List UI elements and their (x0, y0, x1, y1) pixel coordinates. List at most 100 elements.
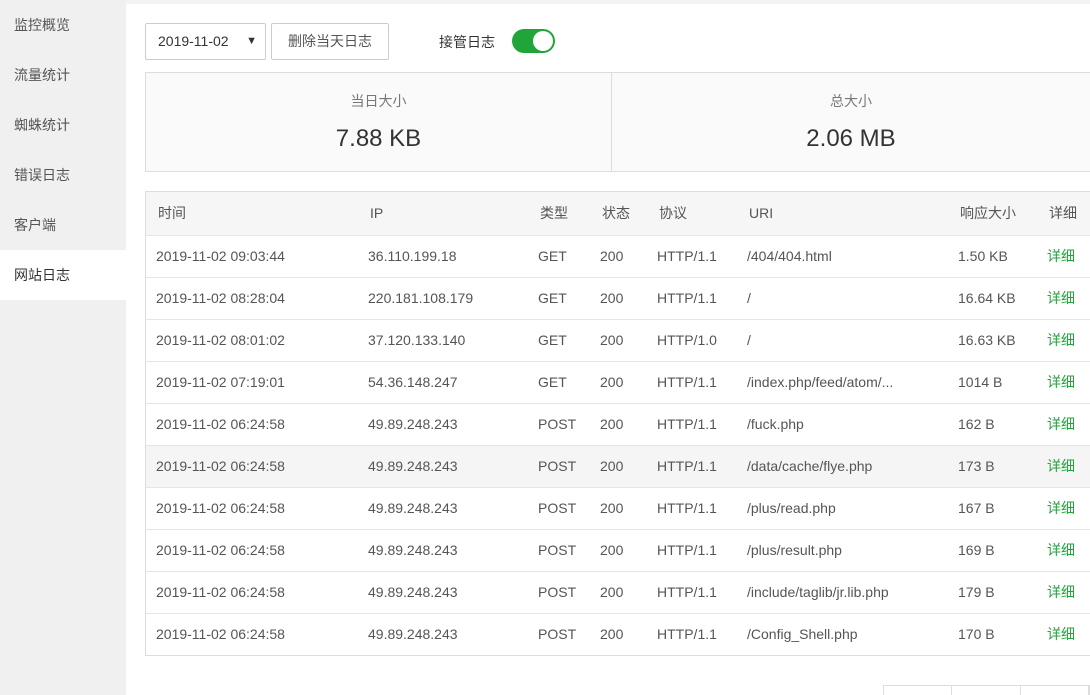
cell-status: 200 (590, 612, 647, 655)
cell-ip: 49.89.248.243 (358, 612, 528, 655)
cell-type: POST (528, 402, 590, 445)
column-header-type[interactable]: 类型 (528, 192, 590, 235)
cell-uri: /include/taglib/jr.lib.php (737, 570, 948, 613)
cell-size: 16.63 KB (948, 318, 1037, 361)
cell-uri: /fuck.php (737, 402, 948, 445)
sidebar-item-client[interactable]: 客户端 (0, 200, 126, 250)
log-table-container: 时间 IP 类型 状态 协议 URI 响应大小 详细 2019-11-02 09… (145, 191, 1090, 656)
cell-size: 16.64 KB (948, 276, 1037, 319)
cell-size: 162 B (948, 402, 1037, 445)
toggle-knob (533, 31, 553, 51)
column-header-size[interactable]: 响应大小 (948, 192, 1037, 235)
cell-status: 200 (590, 402, 647, 445)
total-size-stat: 总大小 2.06 MB (611, 73, 1090, 171)
detail-link[interactable]: 详细 (1037, 234, 1090, 277)
column-header-status[interactable]: 状态 (590, 192, 647, 235)
cell-status: 200 (590, 318, 647, 361)
cell-protocol: HTTP/1.1 (647, 444, 737, 487)
total-size-label: 总大小 (830, 93, 872, 109)
cell-ip: 49.89.248.243 (358, 402, 528, 445)
table-row: 2019-11-02 06:24:58 49.89.248.243 POST 200 H… (146, 444, 1090, 487)
takeover-log-toggle[interactable] (512, 29, 555, 53)
cell-uri: /404/404.html (737, 234, 948, 277)
today-size-stat: 当日大小 7.88 KB (146, 73, 611, 171)
cell-ip: 49.89.248.243 (358, 570, 528, 613)
pagination-button[interactable] (1021, 686, 1089, 695)
cell-type: POST (528, 486, 590, 529)
sidebar-item-spider[interactable]: 蜘蛛统计 (0, 100, 126, 150)
cell-status: 200 (590, 444, 647, 487)
sidebar-item-traffic[interactable]: 流量统计 (0, 50, 126, 100)
delete-today-log-button[interactable]: 删除当天日志 (271, 23, 389, 60)
cell-size: 179 B (948, 570, 1037, 613)
cell-status: 200 (590, 528, 647, 571)
cell-uri: / (737, 318, 948, 361)
sidebar: 监控概览 流量统计 蜘蛛统计 错误日志 客户端 网站日志 (0, 0, 126, 695)
detail-link[interactable]: 详细 (1037, 612, 1090, 655)
cell-status: 200 (590, 570, 647, 613)
pagination-button[interactable] (952, 686, 1021, 695)
total-size-value: 2.06 MB (806, 125, 896, 152)
cell-uri: /plus/read.php (737, 486, 948, 529)
cell-type: GET (528, 360, 590, 403)
cell-protocol: HTTP/1.1 (647, 234, 737, 277)
cell-uri: /plus/result.php (737, 528, 948, 571)
today-size-value: 7.88 KB (335, 125, 422, 152)
date-select[interactable]: 2019-11-02 ▼ (145, 23, 266, 60)
cell-status: 200 (590, 276, 647, 319)
cell-protocol: HTTP/1.1 (647, 276, 737, 319)
cell-ip: 49.89.248.243 (358, 444, 528, 487)
cell-uri: /data/cache/flye.php (737, 444, 948, 487)
cell-time: 2019-11-02 06:24:58 (146, 612, 358, 655)
cell-status: 200 (590, 360, 647, 403)
cell-size: 167 B (948, 486, 1037, 529)
cell-ip: 36.110.199.18 (358, 234, 528, 277)
table-row: 2019-11-02 08:01:02 37.120.133.140 GET 200 H… (146, 318, 1090, 361)
cell-protocol: HTTP/1.1 (647, 360, 737, 403)
column-header-ip[interactable]: IP (358, 192, 528, 235)
table-row: 2019-11-02 06:24:58 49.89.248.243 POST 200 H… (146, 612, 1090, 655)
cell-size: 1.50 KB (948, 234, 1037, 277)
cell-ip: 220.181.108.179 (358, 276, 528, 319)
cell-size: 1014 B (948, 360, 1037, 403)
detail-link[interactable]: 详细 (1037, 444, 1090, 487)
table-row: 2019-11-02 06:24:58 49.89.248.243 POST 200 H… (146, 402, 1090, 445)
table-row: 2019-11-02 08:28:04 220.181.108.179 GET 200… (146, 276, 1090, 319)
column-header-time[interactable]: 时间 (146, 192, 358, 235)
cell-protocol: HTTP/1.1 (647, 612, 737, 655)
detail-link[interactable]: 详细 (1037, 528, 1090, 571)
caret-down-icon: ▼ (246, 35, 257, 47)
sidebar-item-site-log[interactable]: 网站日志 (0, 250, 126, 300)
cell-uri: /index.php/feed/atom/... (737, 360, 948, 403)
cell-time: 2019-11-02 08:01:02 (146, 318, 358, 361)
table-row: 2019-11-02 06:24:58 49.89.248.243 POST 200 H… (146, 570, 1090, 613)
cell-status: 200 (590, 234, 647, 277)
cell-time: 2019-11-02 07:19:01 (146, 360, 358, 403)
cell-time: 2019-11-02 09:03:44 (146, 234, 358, 277)
table-row: 2019-11-02 07:19:01 54.36.148.247 GET 200 HT… (146, 360, 1090, 403)
detail-link[interactable]: 详细 (1037, 318, 1090, 361)
log-table: 时间 IP 类型 状态 协议 URI 响应大小 详细 2019-11-02 09… (146, 192, 1090, 655)
cell-size: 173 B (948, 444, 1037, 487)
top-divider (126, 0, 1090, 4)
cell-time: 2019-11-02 06:24:58 (146, 444, 358, 487)
cell-time: 2019-11-02 08:28:04 (146, 276, 358, 319)
sidebar-item-overview[interactable]: 监控概览 (0, 0, 126, 50)
cell-uri: / (737, 276, 948, 319)
pagination-button[interactable] (884, 686, 953, 695)
stats-panel: 当日大小 7.88 KB 总大小 2.06 MB (145, 72, 1090, 172)
date-select-value: 2019-11-02 (158, 33, 229, 49)
cell-uri: /Config_Shell.php (737, 612, 948, 655)
pagination (883, 685, 1090, 695)
sidebar-item-error-log[interactable]: 错误日志 (0, 150, 126, 200)
detail-link[interactable]: 详细 (1037, 360, 1090, 403)
column-header-protocol[interactable]: 协议 (647, 192, 737, 235)
detail-link[interactable]: 详细 (1037, 486, 1090, 529)
cell-ip: 37.120.133.140 (358, 318, 528, 361)
table-row: 2019-11-02 06:24:58 49.89.248.243 POST 200 H… (146, 486, 1090, 529)
detail-link[interactable]: 详细 (1037, 570, 1090, 613)
detail-link[interactable]: 详细 (1037, 276, 1090, 319)
column-header-uri[interactable]: URI (737, 192, 948, 235)
cell-type: GET (528, 276, 590, 319)
detail-link[interactable]: 详细 (1037, 402, 1090, 445)
